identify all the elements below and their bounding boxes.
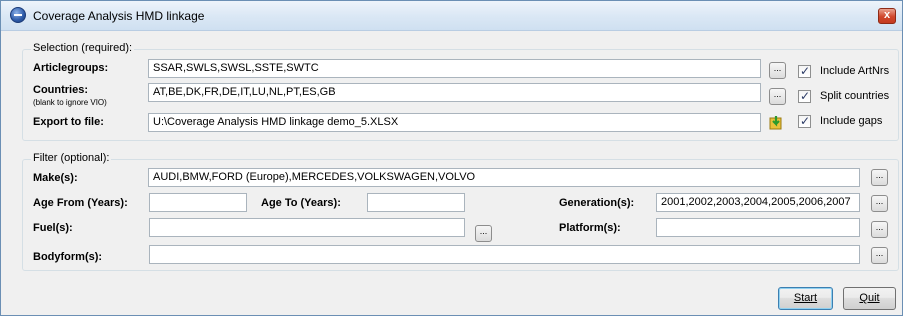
filter-group-title: Filter (optional): — [31, 152, 112, 164]
export-file-input[interactable]: U:\Coverage Analysis HMD linkage demo_5.… — [148, 113, 761, 132]
countries-input[interactable]: AT,BE,DK,FR,DE,IT,LU,NL,PT,ES,GB — [148, 83, 761, 102]
articlegroups-label: Articlegroups: — [33, 62, 109, 74]
include-artnrs-label[interactable]: Include ArtNrs — [820, 65, 889, 77]
close-button[interactable]: x — [878, 8, 896, 24]
start-button-label: Start — [793, 292, 818, 304]
countries-browse-button[interactable]: ... — [769, 88, 786, 105]
fuels-browse-button[interactable]: ... — [475, 225, 492, 242]
include-gaps-checkbox[interactable] — [798, 114, 811, 128]
quit-button-label: Quit — [859, 292, 880, 304]
makes-label: Make(s): — [33, 172, 78, 184]
platforms-browse-button[interactable]: ... — [871, 221, 888, 238]
fuels-label: Fuel(s): — [33, 222, 73, 234]
include-artnrs-checkbox[interactable] — [798, 64, 811, 78]
bodyforms-label: Bodyform(s): — [33, 251, 103, 263]
selection-group-title: Selection (required): — [31, 42, 135, 54]
title-bar[interactable]: Coverage Analysis HMD linkage x — [1, 1, 902, 31]
age-from-label: Age From (Years): — [33, 197, 128, 209]
makes-browse-button[interactable]: ... — [871, 169, 888, 186]
start-button[interactable]: Start — [778, 287, 833, 310]
generations-input[interactable]: 2001,2002,2003,2004,2005,2006,2007 — [656, 193, 860, 212]
generations-label: Generation(s): — [559, 197, 635, 209]
quit-button[interactable]: Quit — [843, 287, 896, 310]
fuels-input[interactable] — [149, 218, 465, 237]
platforms-label: Platform(s): — [559, 222, 621, 234]
split-countries-checkbox[interactable] — [798, 89, 811, 103]
include-gaps-label[interactable]: Include gaps — [820, 115, 882, 127]
dialog-window: Coverage Analysis HMD linkage x Selectio… — [0, 0, 903, 316]
split-countries-label[interactable]: Split countries — [820, 90, 889, 102]
generations-browse-button[interactable]: ... — [871, 195, 888, 212]
bodyforms-browse-button[interactable]: ... — [871, 247, 888, 264]
age-to-input[interactable] — [367, 193, 465, 212]
app-icon — [10, 7, 26, 23]
articlegroups-input[interactable]: SSAR,SWLS,SWSL,SSTE,SWTC — [148, 59, 761, 78]
countries-sublabel: (blank to ignore VIO) — [33, 98, 107, 107]
close-icon: x — [883, 9, 891, 21]
articlegroups-browse-button[interactable]: ... — [769, 62, 786, 79]
age-to-label: Age To (Years): — [261, 197, 341, 209]
platforms-input[interactable] — [656, 218, 860, 237]
export-label: Export to file: — [33, 116, 104, 128]
age-from-input[interactable] — [149, 193, 247, 212]
excel-export-icon[interactable] — [769, 115, 785, 131]
countries-label: Countries: — [33, 84, 88, 96]
window-title: Coverage Analysis HMD linkage — [33, 9, 205, 23]
makes-input[interactable]: AUDI,BMW,FORD (Europe),MERCEDES,VOLKSWAG… — [148, 168, 860, 187]
bodyforms-input[interactable] — [149, 245, 860, 264]
